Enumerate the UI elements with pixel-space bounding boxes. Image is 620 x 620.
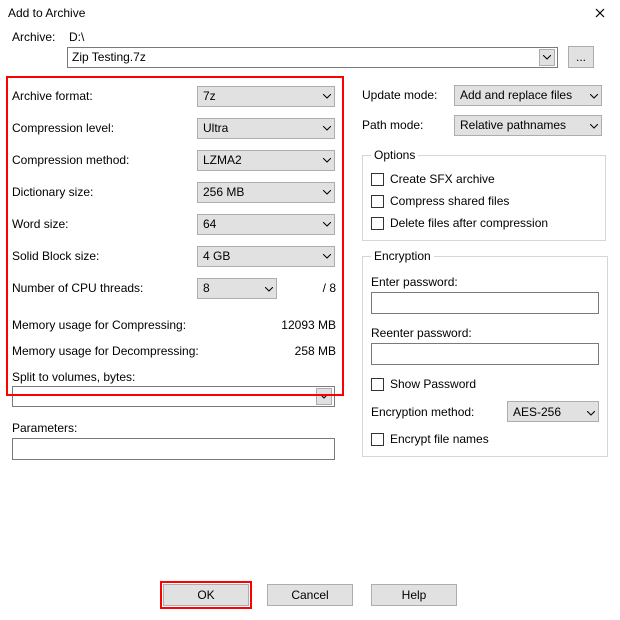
chevron-down-icon — [323, 91, 331, 101]
delete-after-label: Delete files after compression — [390, 216, 548, 230]
mem-compress-label: Memory usage for Compressing: — [12, 318, 186, 332]
options-legend: Options — [371, 148, 418, 162]
split-label: Split to volumes, bytes: — [12, 370, 344, 384]
mem-decompress-label: Memory usage for Decompressing: — [12, 344, 199, 358]
dictionary-size-combo[interactable]: 256 MB — [197, 182, 335, 203]
chevron-down-icon[interactable] — [316, 388, 332, 405]
archive-label: Archive: — [12, 30, 67, 44]
compression-level-label: Compression level: — [12, 121, 197, 135]
chevron-down-icon — [323, 155, 331, 165]
archive-path: D:\ — [67, 30, 84, 44]
chevron-down-icon — [323, 187, 331, 197]
chevron-down-icon — [323, 123, 331, 133]
encryption-legend: Encryption — [371, 249, 434, 263]
sfx-checkbox[interactable] — [371, 173, 384, 186]
archive-filename: Zip Testing.7z — [72, 50, 146, 64]
sfx-label: Create SFX archive — [390, 172, 495, 186]
reenter-password-input[interactable] — [371, 343, 599, 365]
browse-button[interactable]: ... — [568, 46, 594, 68]
cpu-threads-max: / 8 — [323, 281, 344, 295]
path-mode-combo[interactable]: Relative pathnames — [454, 115, 602, 136]
encryption-method-combo[interactable]: AES-256 — [507, 401, 599, 422]
path-mode-label: Path mode: — [362, 118, 454, 132]
mem-compress-value: 12093 MB — [281, 318, 344, 332]
archive-format-label: Archive format: — [12, 89, 197, 103]
word-size-combo[interactable]: 64 — [197, 214, 335, 235]
encryption-method-label: Encryption method: — [371, 405, 507, 419]
parameters-input[interactable] — [12, 438, 335, 460]
help-button[interactable]: Help — [371, 584, 457, 606]
ok-button[interactable]: OK — [163, 584, 249, 606]
encrypt-names-label: Encrypt file names — [390, 432, 489, 446]
enter-password-label: Enter password: — [371, 275, 599, 289]
window-title: Add to Archive — [8, 6, 85, 20]
chevron-down-icon — [323, 219, 331, 229]
mem-decompress-value: 258 MB — [295, 344, 344, 358]
archive-format-combo[interactable]: 7z — [197, 86, 335, 107]
compression-method-combo[interactable]: LZMA2 — [197, 150, 335, 171]
cancel-button[interactable]: Cancel — [267, 584, 353, 606]
solid-block-size-combo[interactable]: 4 GB — [197, 246, 335, 267]
shared-checkbox[interactable] — [371, 195, 384, 208]
chevron-down-icon — [323, 251, 331, 261]
delete-after-checkbox[interactable] — [371, 217, 384, 230]
compression-method-label: Compression method: — [12, 153, 197, 167]
chevron-down-icon — [590, 118, 598, 132]
close-icon[interactable] — [580, 0, 620, 26]
reenter-password-label: Reenter password: — [371, 326, 599, 340]
compression-level-combo[interactable]: Ultra — [197, 118, 335, 139]
update-mode-combo[interactable]: Add and replace files — [454, 85, 602, 106]
cpu-threads-combo[interactable]: 8 — [197, 278, 277, 299]
dialog-footer: OK Cancel Help — [0, 584, 620, 606]
solid-block-size-label: Solid Block size: — [12, 249, 197, 263]
dictionary-size-label: Dictionary size: — [12, 185, 197, 199]
encryption-group: Encryption Enter password: Reenter passw… — [362, 249, 608, 457]
chevron-down-icon — [265, 281, 273, 295]
options-group: Options Create SFX archive Compress shar… — [362, 148, 606, 241]
encrypt-names-checkbox[interactable] — [371, 433, 384, 446]
archive-filename-combo[interactable]: Zip Testing.7z — [67, 47, 558, 68]
title-bar: Add to Archive — [0, 0, 620, 26]
chevron-down-icon[interactable] — [539, 49, 555, 66]
chevron-down-icon — [590, 88, 598, 102]
shared-label: Compress shared files — [390, 194, 509, 208]
parameters-label: Parameters: — [12, 421, 344, 435]
enter-password-input[interactable] — [371, 292, 599, 314]
word-size-label: Word size: — [12, 217, 197, 231]
show-password-checkbox[interactable] — [371, 378, 384, 391]
chevron-down-icon — [587, 405, 595, 419]
show-password-label: Show Password — [390, 377, 476, 391]
cpu-threads-label: Number of CPU threads: — [12, 281, 197, 295]
split-combo[interactable] — [12, 386, 335, 407]
update-mode-label: Update mode: — [362, 88, 454, 102]
